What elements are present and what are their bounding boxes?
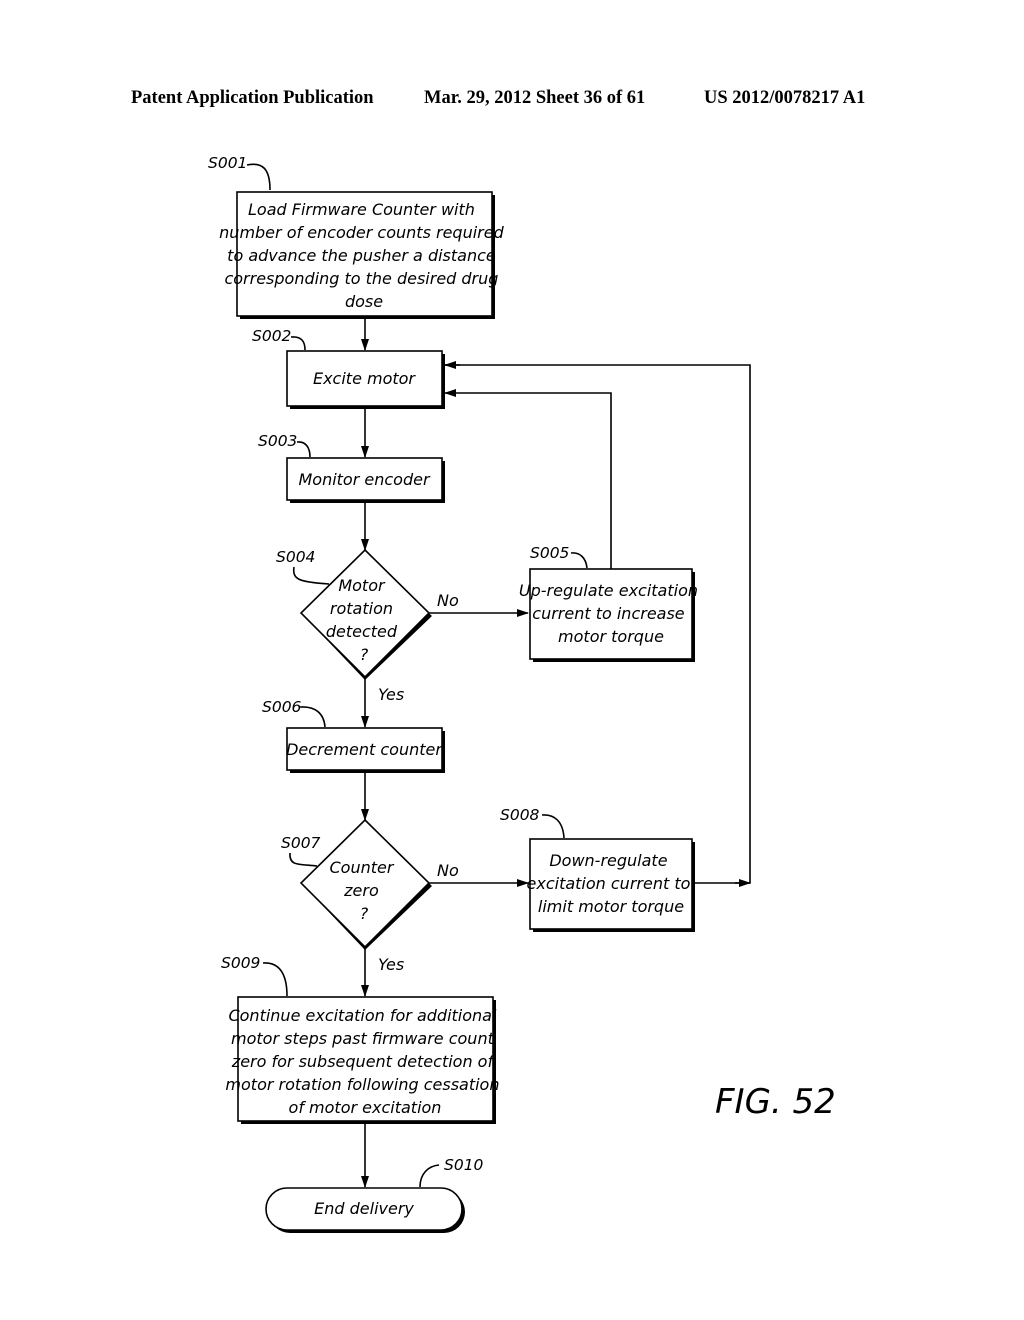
node-s003: Monitor encoder S003 [258, 432, 445, 503]
step-label-s006: S006 [262, 698, 302, 716]
leader-s002 [290, 336, 306, 351]
step-label-s004: S004 [276, 548, 315, 566]
node-s004: Motor rotation detected ? S004 No Yes [276, 548, 459, 704]
node-s001: Load Firmware Counter with number of enc… [208, 154, 505, 319]
leader-s010 [419, 1164, 440, 1188]
step-label-s009: S009 [221, 954, 260, 972]
leader-s009 [262, 962, 288, 997]
node-s003-text: Monitor encoder [298, 470, 430, 489]
node-s006: Decrement counter S006 [262, 698, 445, 773]
leader-s001 [246, 163, 271, 191]
leader-s008 [541, 814, 565, 839]
step-label-s007: S007 [281, 834, 321, 852]
node-s009: Continue excitation for additional motor… [221, 954, 499, 1124]
node-s002: Excite motor S002 [252, 327, 445, 409]
node-s010-text: End delivery [314, 1199, 414, 1218]
node-s002-text: Excite motor [313, 369, 416, 388]
branch-label-s004-yes: Yes [378, 685, 404, 704]
arrow-s005-s002 [444, 389, 612, 569]
node-s007: Counter zero ? S007 No Yes [281, 818, 459, 974]
step-label-s002: S002 [252, 327, 291, 345]
branch-label-s004-no: No [437, 591, 459, 610]
node-s006-text: Decrement counter [286, 740, 443, 759]
leader-s003 [296, 441, 311, 458]
branch-label-s007-no: No [437, 861, 459, 880]
step-label-s010: S010 [444, 1156, 484, 1174]
step-label-s003: S003 [258, 432, 297, 450]
leader-s007 [289, 852, 318, 867]
leader-s004 [292, 566, 330, 585]
step-label-s008: S008 [500, 806, 540, 824]
branch-label-s007-yes: Yes [378, 955, 404, 974]
node-s008-text: Down-regulate excitation current to limi… [527, 851, 696, 916]
node-s010: End delivery S010 [265, 1156, 484, 1233]
figure-label: FIG. 52 [715, 1082, 836, 1122]
step-label-s001: S001 [208, 154, 247, 172]
leader-s005 [570, 552, 588, 569]
step-label-s005: S005 [530, 544, 569, 562]
flowchart: Load Firmware Counter with number of enc… [208, 154, 836, 1233]
node-s008: Down-regulate excitation current to limi… [500, 806, 695, 932]
leader-s006 [299, 706, 326, 728]
